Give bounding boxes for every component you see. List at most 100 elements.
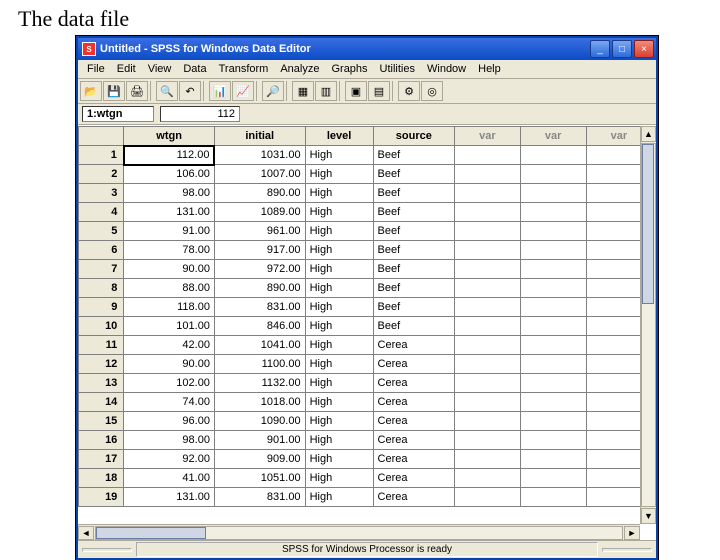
row-header[interactable]: 15 — [79, 412, 124, 431]
menu-data[interactable]: Data — [178, 62, 211, 76]
cell-v6[interactable] — [520, 165, 586, 184]
cell-source[interactable]: Beef — [373, 317, 455, 336]
toolbar-button-19[interactable]: ◎ — [421, 81, 443, 101]
cell-initial[interactable]: 1041.00 — [214, 336, 305, 355]
cell-initial[interactable]: 890.00 — [214, 184, 305, 203]
cell-wtgn[interactable]: 118.00 — [124, 298, 215, 317]
cell-v6[interactable] — [520, 279, 586, 298]
cell-v6[interactable] — [520, 488, 586, 507]
cell-level[interactable]: High — [305, 184, 373, 203]
scroll-down-button[interactable]: ▼ — [641, 508, 656, 524]
cell-initial[interactable]: 1132.00 — [214, 374, 305, 393]
row-header[interactable]: 14 — [79, 393, 124, 412]
row-header[interactable]: 1 — [79, 146, 124, 165]
cell-initial[interactable]: 972.00 — [214, 260, 305, 279]
cell-source[interactable]: Beef — [373, 184, 455, 203]
row-header[interactable]: 16 — [79, 431, 124, 450]
cell-level[interactable]: High — [305, 374, 373, 393]
row-header[interactable]: 12 — [79, 355, 124, 374]
row-header[interactable]: 9 — [79, 298, 124, 317]
cell-level[interactable]: High — [305, 469, 373, 488]
cell-v5[interactable] — [455, 184, 521, 203]
cell-level[interactable]: High — [305, 298, 373, 317]
row-header[interactable]: 6 — [79, 241, 124, 260]
toolbar-button-4[interactable]: 🔍 — [156, 81, 178, 101]
cell-wtgn[interactable]: 90.00 — [124, 355, 215, 374]
cell-v6[interactable] — [520, 450, 586, 469]
toolbar-button-2[interactable]: 🖨 — [126, 81, 148, 101]
menu-help[interactable]: Help — [473, 62, 506, 76]
cell-level[interactable]: High — [305, 431, 373, 450]
cell-v6[interactable] — [520, 146, 586, 165]
column-header-wtgn[interactable]: wtgn — [124, 127, 215, 146]
toolbar-button-10[interactable]: 🔎 — [262, 81, 284, 101]
cell-v5[interactable] — [455, 165, 521, 184]
cell-initial[interactable]: 1018.00 — [214, 393, 305, 412]
hscroll-track[interactable] — [95, 526, 623, 540]
cell-v6[interactable] — [520, 469, 586, 488]
scroll-left-button[interactable]: ◄ — [78, 526, 94, 540]
row-header[interactable]: 7 — [79, 260, 124, 279]
row-header[interactable]: 3 — [79, 184, 124, 203]
cell-v6[interactable] — [520, 431, 586, 450]
cell-source[interactable]: Cerea — [373, 450, 455, 469]
cell-initial[interactable]: 1051.00 — [214, 469, 305, 488]
cell-wtgn[interactable]: 78.00 — [124, 241, 215, 260]
cell-v6[interactable] — [520, 222, 586, 241]
cell-wtgn[interactable]: 131.00 — [124, 488, 215, 507]
cell-wtgn[interactable]: 98.00 — [124, 184, 215, 203]
menu-transform[interactable]: Transform — [214, 62, 274, 76]
cell-initial[interactable]: 901.00 — [214, 431, 305, 450]
cell-wtgn[interactable]: 91.00 — [124, 222, 215, 241]
toolbar-button-13[interactable]: ▥ — [315, 81, 337, 101]
cell-v5[interactable] — [455, 241, 521, 260]
cell-level[interactable]: High — [305, 260, 373, 279]
column-header-v5[interactable]: var — [455, 127, 521, 146]
cell-level[interactable]: High — [305, 203, 373, 222]
cell-source[interactable]: Beef — [373, 222, 455, 241]
menu-graphs[interactable]: Graphs — [326, 62, 372, 76]
cell-v6[interactable] — [520, 336, 586, 355]
cell-level[interactable]: High — [305, 241, 373, 260]
toolbar-button-16[interactable]: ▤ — [368, 81, 390, 101]
cell-source[interactable]: Beef — [373, 279, 455, 298]
cell-v6[interactable] — [520, 355, 586, 374]
cell-level[interactable]: High — [305, 317, 373, 336]
row-header[interactable]: 5 — [79, 222, 124, 241]
cell-v6[interactable] — [520, 260, 586, 279]
cell-wtgn[interactable]: 96.00 — [124, 412, 215, 431]
row-header[interactable]: 11 — [79, 336, 124, 355]
hscroll-thumb[interactable] — [96, 527, 206, 539]
cell-v5[interactable] — [455, 393, 521, 412]
cell-value-box[interactable]: 112 — [160, 106, 240, 122]
cell-level[interactable]: High — [305, 165, 373, 184]
cell-source[interactable]: Beef — [373, 260, 455, 279]
menu-window[interactable]: Window — [422, 62, 471, 76]
vscroll-track[interactable] — [641, 143, 656, 507]
cell-level[interactable]: High — [305, 336, 373, 355]
column-header-v6[interactable]: var — [520, 127, 586, 146]
cell-wtgn[interactable]: 41.00 — [124, 469, 215, 488]
toolbar-button-8[interactable]: 📈 — [232, 81, 254, 101]
cell-wtgn[interactable]: 74.00 — [124, 393, 215, 412]
cell-v6[interactable] — [520, 241, 586, 260]
menu-utilities[interactable]: Utilities — [375, 62, 420, 76]
cell-initial[interactable]: 846.00 — [214, 317, 305, 336]
cell-wtgn[interactable]: 42.00 — [124, 336, 215, 355]
cell-source[interactable]: Cerea — [373, 374, 455, 393]
menu-view[interactable]: View — [143, 62, 177, 76]
cell-initial[interactable]: 831.00 — [214, 488, 305, 507]
toolbar-button-5[interactable]: ↶ — [179, 81, 201, 101]
cell-initial[interactable]: 1007.00 — [214, 165, 305, 184]
cell-v5[interactable] — [455, 317, 521, 336]
scroll-up-button[interactable]: ▲ — [641, 126, 656, 142]
cell-source[interactable]: Beef — [373, 298, 455, 317]
cell-v5[interactable] — [455, 450, 521, 469]
row-header[interactable]: 2 — [79, 165, 124, 184]
cell-v5[interactable] — [455, 279, 521, 298]
cell-initial[interactable]: 961.00 — [214, 222, 305, 241]
cell-initial[interactable]: 917.00 — [214, 241, 305, 260]
minimize-button[interactable]: _ — [590, 40, 610, 58]
cell-v6[interactable] — [520, 412, 586, 431]
cell-v6[interactable] — [520, 184, 586, 203]
